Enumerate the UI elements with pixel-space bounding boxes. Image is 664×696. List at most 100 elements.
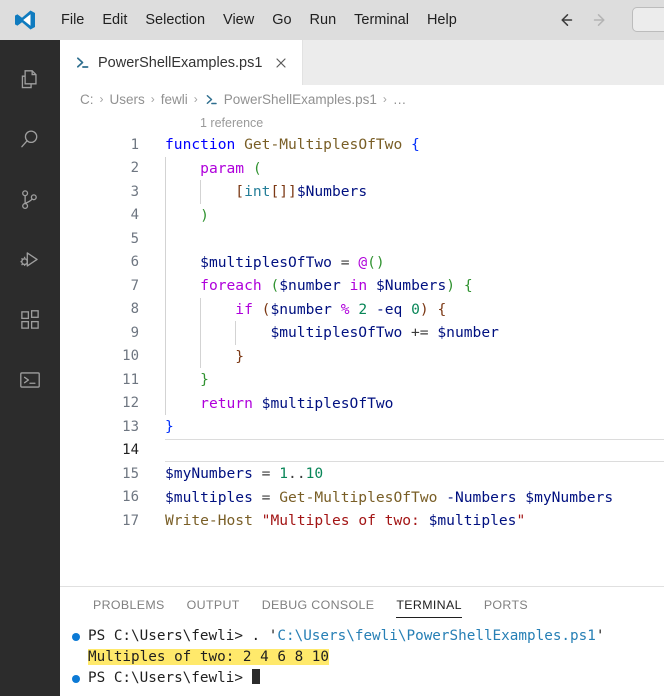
terminal-text: ' bbox=[595, 628, 605, 644]
code-line[interactable]: 17 Write-Host "Multiples of two: $multipl… bbox=[60, 509, 664, 533]
editor-tab-bar: PowerShellExamples.ps1 bbox=[60, 40, 664, 85]
menu-item-go[interactable]: Go bbox=[263, 9, 300, 31]
breadcrumb-item-users[interactable]: Users bbox=[108, 92, 147, 107]
code-line-text: function Get-MultiplesOfTwo { bbox=[165, 136, 420, 154]
terminal-cursor bbox=[251, 669, 260, 684]
menu-bar: File Edit Selection View Go Run Terminal… bbox=[52, 9, 466, 31]
code-line[interactable]: 16 $multiples = Get-MultiplesOfTwo -Numbe… bbox=[60, 486, 664, 510]
breadcrumb-separator: › bbox=[382, 92, 387, 106]
code-line[interactable]: 1 function Get-MultiplesOfTwo { bbox=[60, 133, 664, 157]
panel-tab-problems[interactable]: PROBLEMS bbox=[82, 587, 176, 622]
code-line-text: ) bbox=[200, 206, 209, 224]
indent-guide bbox=[165, 297, 166, 321]
terminal-text: . ' bbox=[251, 628, 278, 644]
terminal-line: PS C:\Users\fewli> bbox=[72, 668, 664, 689]
code-line-text: $multiplesOfTwo = @() bbox=[200, 253, 385, 271]
terminal-line: PS C:\Users\fewli> . 'C:\Users\fewli\Pow… bbox=[72, 626, 664, 647]
code-editor[interactable]: 1 reference 1 function Get-MultiplesOfTwo… bbox=[60, 113, 664, 586]
line-number: 17 bbox=[122, 512, 139, 529]
command-decoration-icon[interactable] bbox=[72, 675, 80, 683]
breadcrumb-item-fewli[interactable]: fewli bbox=[159, 92, 190, 107]
menu-item-edit[interactable]: Edit bbox=[93, 9, 136, 31]
code-line[interactable]: 9 $multiplesOfTwo += $number bbox=[60, 321, 664, 345]
panel-tab-ports[interactable]: PORTS bbox=[473, 587, 539, 622]
code-line[interactable]: 14 bbox=[60, 438, 664, 462]
files-icon[interactable] bbox=[0, 50, 60, 110]
code-line-text: param ( bbox=[200, 159, 262, 177]
navigation-arrows bbox=[556, 0, 610, 40]
breadcrumb-separator: › bbox=[193, 92, 198, 106]
indent-guide bbox=[235, 321, 237, 345]
panel-tab-terminal[interactable]: TERMINAL bbox=[385, 587, 472, 622]
menu-item-selection[interactable]: Selection bbox=[136, 9, 214, 31]
code-lines: 1 function Get-MultiplesOfTwo {2 param (3… bbox=[60, 133, 664, 533]
vscode-logo-icon bbox=[8, 5, 42, 35]
code-line[interactable]: 4 ) bbox=[60, 203, 664, 227]
panel-tab-output[interactable]: OUTPUT bbox=[176, 587, 251, 622]
code-line-text: [int[]]$Numbers bbox=[235, 183, 368, 201]
line-number: 3 bbox=[130, 183, 139, 200]
breadcrumb-separator: › bbox=[99, 92, 104, 106]
breadcrumb-item-drive[interactable]: C: bbox=[78, 92, 96, 107]
terminal-line: Multiples of two: 2 4 6 8 10 bbox=[72, 647, 664, 668]
indent-guide bbox=[165, 368, 166, 392]
code-line[interactable]: 12 return $multiplesOfTwo bbox=[60, 391, 664, 415]
code-line-text: if ($number % 2 -eq 0) { bbox=[235, 300, 447, 318]
line-number: 4 bbox=[130, 207, 139, 224]
code-line[interactable]: 8 if ($number % 2 -eq 0) { bbox=[60, 297, 664, 321]
code-line[interactable]: 13} bbox=[60, 415, 664, 439]
menu-item-help[interactable]: Help bbox=[418, 9, 466, 31]
command-center-input[interactable] bbox=[632, 7, 664, 32]
panel-tab-debug-console[interactable]: DEBUG CONSOLE bbox=[251, 587, 386, 622]
line-number: 6 bbox=[130, 254, 139, 271]
codelens-reference[interactable]: 1 reference bbox=[60, 113, 664, 133]
code-line[interactable]: 2 param ( bbox=[60, 156, 664, 180]
code-line[interactable]: 7 foreach ($number in $Numbers) { bbox=[60, 274, 664, 298]
workbench-body: PowerShellExamples.ps1 C: › Users › fewl… bbox=[0, 40, 664, 696]
command-decoration-icon[interactable] bbox=[72, 633, 80, 641]
source-control-icon[interactable] bbox=[0, 170, 60, 230]
bottom-panel: PROBLEMS OUTPUT DEBUG CONSOLE TERMINAL PORTS… bbox=[60, 586, 664, 696]
breadcrumb-item-file[interactable]: PowerShellExamples.ps1 bbox=[202, 92, 379, 107]
terminal-highlighted-text: Multiples of two: 2 4 6 8 10 bbox=[88, 649, 330, 665]
code-line-text: return $multiplesOfTwo bbox=[200, 394, 394, 412]
editor-area: PowerShellExamples.ps1 C: › Users › fewl… bbox=[60, 40, 664, 696]
breadcrumb-item-more[interactable]: … bbox=[391, 92, 409, 107]
line-number: 16 bbox=[122, 489, 139, 506]
search-icon[interactable] bbox=[0, 110, 60, 170]
code-line-text: } bbox=[165, 418, 174, 436]
menu-item-file[interactable]: File bbox=[52, 9, 93, 31]
indent-guide bbox=[165, 250, 166, 274]
line-number: 14 bbox=[122, 442, 139, 459]
run-and-debug-icon[interactable] bbox=[0, 230, 60, 290]
title-bar: File Edit Selection View Go Run Terminal… bbox=[0, 0, 664, 40]
close-icon[interactable] bbox=[271, 53, 291, 73]
code-line[interactable]: 11 } bbox=[60, 368, 664, 392]
powershell-icon bbox=[204, 92, 219, 107]
extensions-icon[interactable] bbox=[0, 290, 60, 350]
code-line[interactable]: 3 [int[]]$Numbers bbox=[60, 180, 664, 204]
editor-tab-powershellexamples[interactable]: PowerShellExamples.ps1 bbox=[60, 40, 304, 85]
indent-guide bbox=[165, 180, 166, 204]
editor-tab-label: PowerShellExamples.ps1 bbox=[98, 54, 263, 71]
code-line[interactable]: 5 bbox=[60, 227, 664, 251]
current-line-highlight bbox=[165, 438, 664, 462]
indent-guide bbox=[165, 391, 166, 415]
menu-item-run[interactable]: Run bbox=[301, 9, 346, 31]
arrow-right-icon[interactable] bbox=[590, 10, 610, 30]
menu-item-terminal[interactable]: Terminal bbox=[345, 9, 418, 31]
code-line[interactable]: 15 $myNumbers = 1..10 bbox=[60, 462, 664, 486]
terminal-icon[interactable] bbox=[0, 350, 60, 410]
line-number: 5 bbox=[130, 230, 139, 247]
terminal-output[interactable]: PS C:\Users\fewli> . 'C:\Users\fewli\Pow… bbox=[60, 622, 664, 696]
code-line-text: foreach ($number in $Numbers) { bbox=[200, 277, 473, 295]
code-line[interactable]: 6 $multiplesOfTwo = @() bbox=[60, 250, 664, 274]
vscode-window: File Edit Selection View Go Run Terminal… bbox=[0, 0, 664, 696]
indent-guide bbox=[200, 297, 202, 321]
code-line[interactable]: 10 } bbox=[60, 344, 664, 368]
terminal-text: PS C:\Users\fewli> bbox=[88, 670, 252, 686]
menu-item-view[interactable]: View bbox=[214, 9, 263, 31]
arrow-left-icon[interactable] bbox=[556, 10, 576, 30]
indent-guide bbox=[165, 227, 166, 251]
code-line-text: $multiplesOfTwo += $number bbox=[270, 324, 499, 342]
